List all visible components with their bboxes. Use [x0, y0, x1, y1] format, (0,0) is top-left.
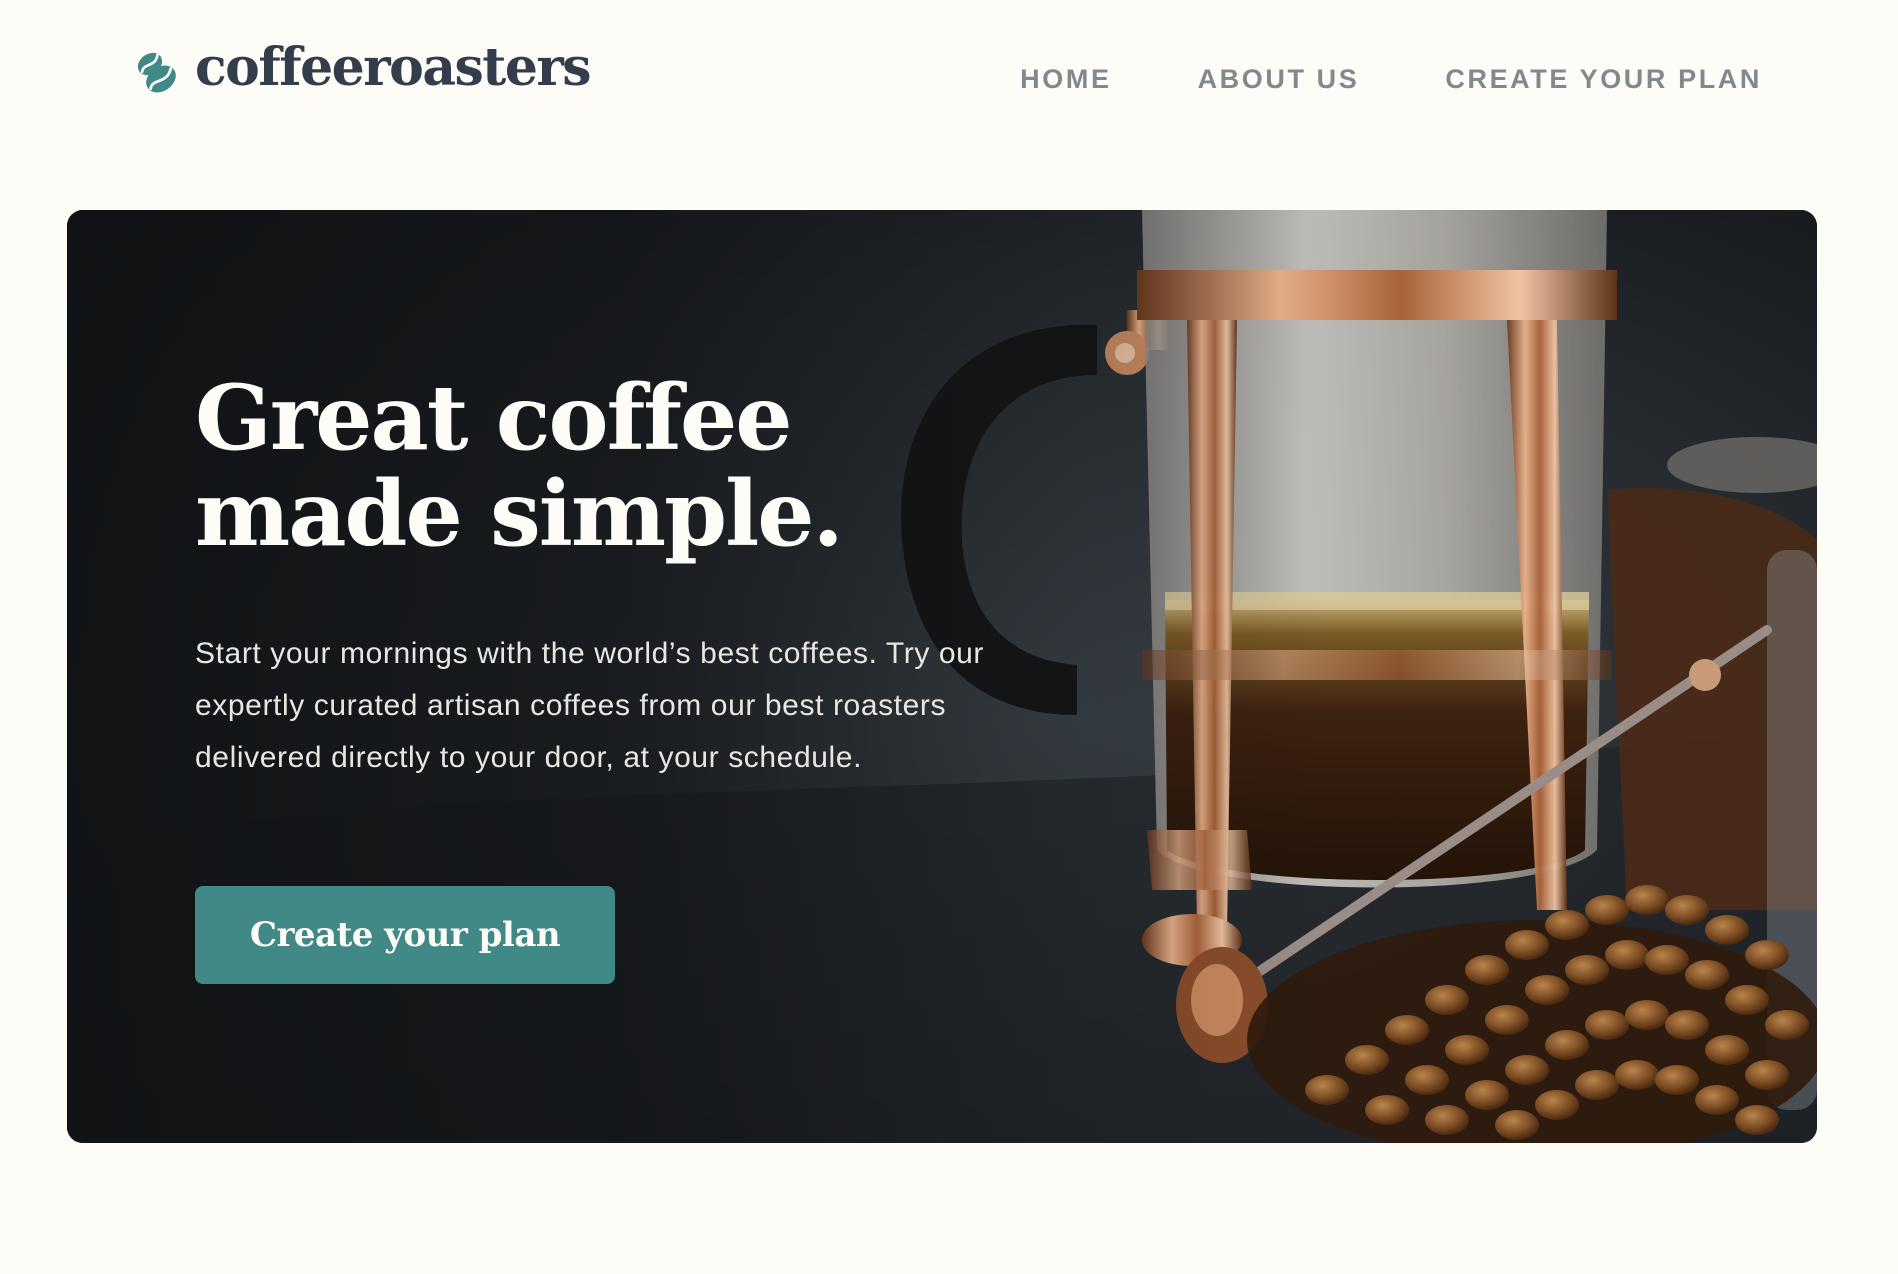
brand-name: coffeeroasters [195, 37, 592, 98]
brand-logo[interactable]: coffeeroasters [131, 42, 592, 98]
create-your-plan-button[interactable]: Create your plan [195, 886, 615, 984]
coffee-bean-icon [137, 52, 176, 93]
hero-title: Great coffee made simple. [195, 365, 844, 567]
main-nav: HOME ABOUT US CREATE YOUR PLAN [1020, 64, 1762, 95]
hero-description: Start your mornings with the world’s bes… [195, 637, 985, 774]
hero-section: Great coffee made simple. Start your mor… [67, 210, 1817, 1143]
site-header: coffeeroasters HOME ABOUT US CREATE YOUR… [0, 0, 1898, 170]
nav-item-create-your-plan[interactable]: CREATE YOUR PLAN [1445, 64, 1762, 95]
hero-content: Great coffee made simple. Start your mor… [195, 370, 1155, 784]
nav-item-about-us[interactable]: ABOUT US [1198, 64, 1360, 95]
nav-item-home[interactable]: HOME [1020, 64, 1111, 95]
